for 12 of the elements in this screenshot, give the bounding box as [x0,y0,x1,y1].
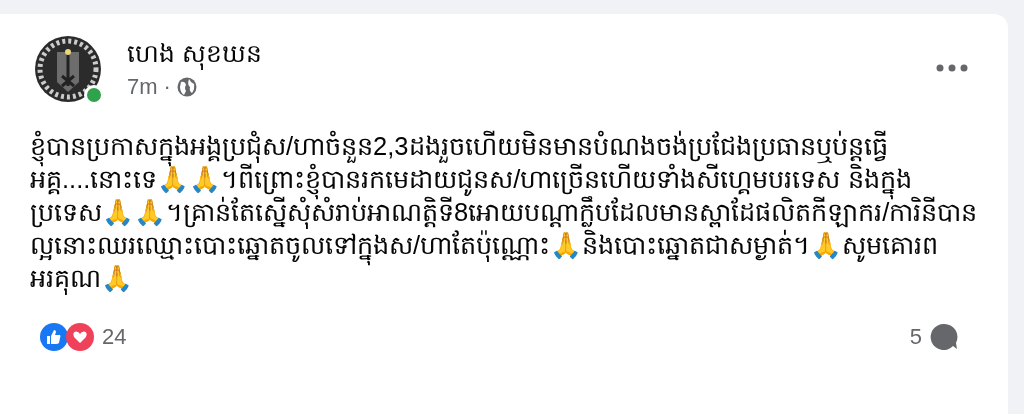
comment-icon[interactable] [930,323,958,351]
love-reaction-icon[interactable] [66,323,94,351]
avatar-icon[interactable] [35,36,101,102]
separator-dot: · [163,74,171,100]
globe-icon [176,77,197,97]
post-time[interactable]: 7m [127,74,158,100]
more-options-icon[interactable] [936,64,968,72]
author-name[interactable]: ហេង សុខឃន [127,36,262,70]
post-text: ខ្ញុំបានប្រកាសក្នុងអង្គប្រជុំស/ហាចំនួន2,3ដងរួចហើយមិនមានបំណងចង់ប្រជែងប្រធានឬប់ន្តធ្វើអគ្គ....នោះទេ🙏🙏។ពីព្រោះខ្ញុំបានរកមេដាយជូនស/ហាច្រើនហើយទាំងសីហ្គេមបរទេស និងក្នុងប្រទេស🙏🙏។គ្រាន់តែស្នើសុំសំរាប់អាណត្តិទី8អោយបណ្ដាក្លឹបដែលមានស្ពាដែផលិតកីឡាករ/ការិនីបានល្អនោះឈរឈ្មោះបោះឆ្នោតចូលទៅក្នុងស/ហាតែប៉ុណ្ណោះ🙏និងបោះឆ្នោតជាសម្ងាត់។🙏សូមគោរពអរគុណ🙏 [30,130,980,295]
like-reaction-icon[interactable] [40,323,68,351]
reaction-count[interactable]: 24 [102,324,127,350]
comment-count[interactable]: 5 [909,324,922,350]
